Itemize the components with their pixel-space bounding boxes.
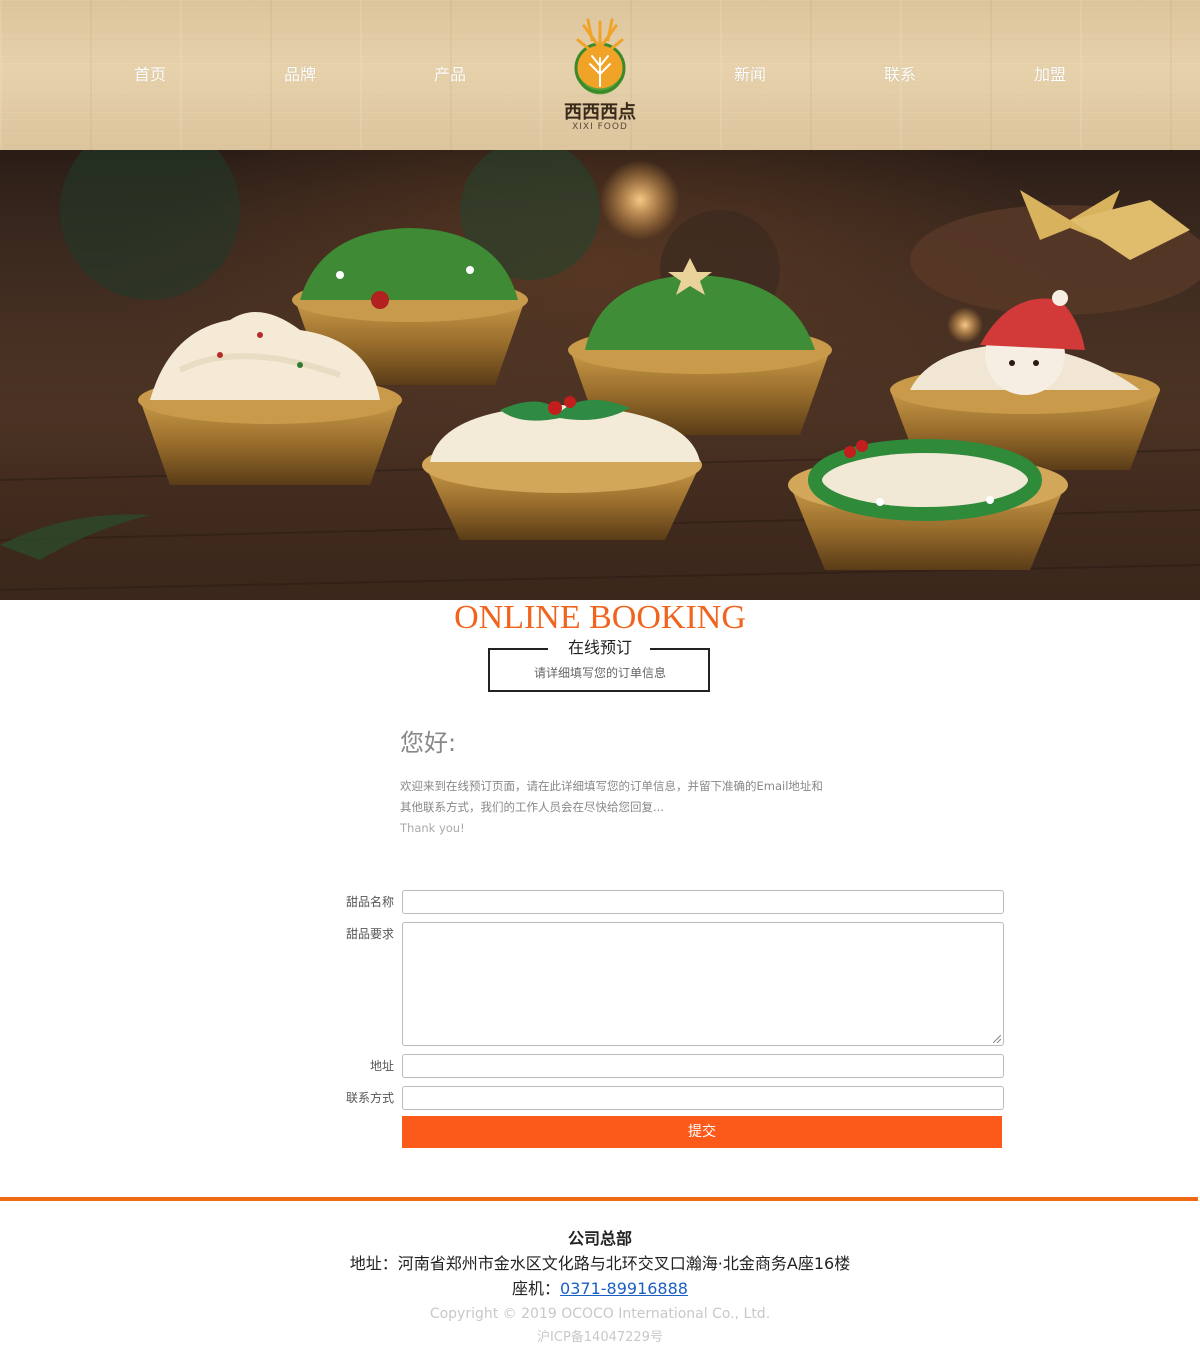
booking-title-en: ONLINE BOOKING	[454, 599, 746, 636]
footer-address: 地址：河南省郑州市金水区文化路与北环交叉口瀚海·北金商务A座16楼	[349, 1254, 851, 1273]
logo-name-cn: 西西西点	[564, 102, 636, 123]
footer-phone: 座机：0371-89916888	[0, 1278, 1200, 1300]
contact-label: 联系方式	[345, 1091, 394, 1105]
phone-link[interactable]: 0371-89916888	[560, 1279, 688, 1298]
contact-input[interactable]	[402, 1086, 1004, 1110]
booking-subtitle: 请详细填写您的订单信息	[533, 666, 666, 680]
hero-banner	[0, 150, 1200, 600]
nav-contact[interactable]: 联系	[850, 63, 950, 87]
copyright: Copyright © 2019 OCOCO International Co.…	[429, 1306, 771, 1322]
logo-name-en: XIXI FOOD	[572, 122, 628, 132]
nav-franchise[interactable]: 加盟	[1000, 63, 1100, 87]
christmas-cupcakes-photo	[0, 150, 1200, 600]
site-header: 首页 品牌 产品 西西西点 XIXI FOOD 新闻 联系 加盟	[0, 0, 1200, 150]
site-logo[interactable]: 西西西点 XIXI FOOD	[552, 14, 648, 138]
nav-news[interactable]: 新闻	[700, 63, 800, 87]
dessert-requirements-textarea[interactable]	[402, 922, 1004, 1046]
footer-divider	[0, 1197, 1198, 1201]
submit-button[interactable]: 提交	[402, 1116, 1002, 1148]
dessert-name-label: 甜品名称	[345, 895, 394, 909]
intro-text: 欢迎来到在线预订页面，请在此详细填写您的订单信息，并留下准确的Email地址和其…	[400, 779, 823, 814]
phone-label: 座机：	[512, 1279, 561, 1298]
icp-number[interactable]: 沪ICP备14047229号	[0, 1329, 1200, 1347]
address-label: 地址	[369, 1059, 394, 1073]
booking-title-cn: 在线预订	[567, 638, 632, 657]
dessert-name-input[interactable]	[402, 890, 1004, 914]
thanks-text: Thank you!	[400, 821, 465, 835]
address-input[interactable]	[402, 1054, 1004, 1078]
nav-brand[interactable]: 品牌	[250, 63, 350, 87]
footer-title: 公司总部	[567, 1229, 632, 1248]
resize-handle-icon[interactable]	[993, 1035, 1001, 1043]
greeting: 您好:	[400, 729, 457, 757]
wheat-logo-icon	[574, 18, 626, 95]
nav-home[interactable]: 首页	[100, 63, 200, 87]
dessert-requirements-label: 甜品要求	[345, 927, 394, 941]
nav-products[interactable]: 产品	[400, 63, 500, 87]
